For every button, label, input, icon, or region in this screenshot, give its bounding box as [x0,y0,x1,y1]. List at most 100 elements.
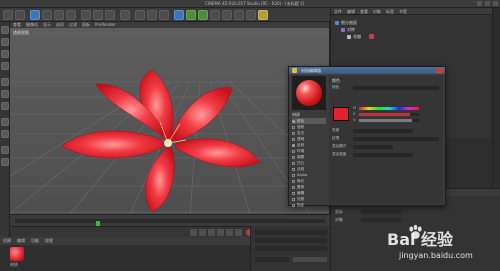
blend-mode-select[interactable] [353,145,393,149]
channel-checkbox[interactable] [292,197,295,201]
cube-icon[interactable] [174,10,184,20]
color-swatch[interactable] [333,107,349,121]
channel-checkbox[interactable] [292,203,295,207]
channel-checkbox[interactable] [292,173,295,177]
brightness-field[interactable] [353,129,413,133]
channel-checkbox[interactable] [292,167,295,171]
coord-z-field[interactable] [255,246,327,251]
value-slider[interactable] [359,119,419,122]
coordinate-system-icon[interactable] [120,10,130,20]
material-tag-icon[interactable] [369,34,374,39]
coord-mode-select[interactable] [255,257,289,262]
om-menu-file[interactable]: 文件 [334,8,342,14]
material-swatch[interactable] [10,247,24,261]
channel-checkbox[interactable] [292,155,295,159]
viewport-menu-panel[interactable]: 面板 [82,22,90,28]
viewport-menu-camera[interactable]: 摄像机 [26,22,38,28]
previous-frame-icon[interactable] [208,229,215,236]
light-icon[interactable] [258,10,268,20]
texture-field[interactable] [353,137,439,141]
channel-checkbox[interactable] [292,131,295,135]
perspective-viewport[interactable]: 查看 摄像机 显示 选项 过滤 面板 ProRender 透视视图 [10,22,330,214]
axis-y-icon[interactable] [93,10,103,20]
texture-mode-icon[interactable] [1,50,9,58]
blend-strength-field[interactable] [353,153,413,157]
material-editor-titlebar[interactable]: 材质编辑器 [289,67,445,74]
axis-mode-icon[interactable] [1,118,9,126]
viewport-menu-prorender[interactable]: ProRender [95,22,116,28]
om-menu-edit[interactable]: 编辑 [347,8,355,14]
go-to-start-icon[interactable] [190,229,197,236]
channel-checkbox[interactable] [292,149,295,153]
undo-icon[interactable] [3,10,13,20]
render-settings-icon[interactable] [159,10,169,20]
minimize-button[interactable] [477,1,482,6]
coord-y-field[interactable] [255,238,327,243]
go-to-end-icon[interactable] [235,229,242,236]
channel-checkbox[interactable] [292,161,295,165]
channel-checkbox[interactable] [292,185,295,189]
pen-icon[interactable] [186,10,196,20]
material-menu-texture[interactable]: 纹理 [45,237,53,245]
axis-z-icon[interactable] [105,10,115,20]
coord-x-field[interactable] [255,230,327,235]
channel-checkbox[interactable] [292,125,295,129]
render-picture-viewer-icon[interactable] [147,10,157,20]
channel-checkbox[interactable] [292,143,295,147]
om-menu-objects[interactable]: 对象 [373,8,381,14]
hue-slider[interactable] [359,107,419,110]
channel-checkbox[interactable] [292,137,295,141]
deformer-icon[interactable] [222,10,232,20]
saturation-slider[interactable] [359,113,419,116]
flower-model[interactable] [61,69,261,213]
apply-button[interactable] [293,257,327,262]
make-editable-icon[interactable] [1,26,9,34]
move-icon[interactable] [42,10,52,20]
next-frame-icon[interactable] [226,229,233,236]
points-mode-icon[interactable] [1,78,9,86]
object-row[interactable]: 对称 [341,27,355,33]
scale-icon[interactable] [54,10,64,20]
snap-icon[interactable] [1,146,9,154]
render-view-icon[interactable] [135,10,145,20]
material-menu-create[interactable]: 创建 [3,237,11,245]
om-menu-bookmarks[interactable]: 书签 [399,8,407,14]
om-menu-tags[interactable]: 标签 [386,8,394,14]
rotate-icon[interactable] [66,10,76,20]
workplane-icon[interactable] [1,62,9,70]
play-icon[interactable] [217,229,224,236]
material-preview[interactable] [292,76,326,110]
close-button[interactable] [493,1,498,6]
maximize-button[interactable] [485,1,490,6]
material-menu-edit[interactable]: 编辑 [17,237,25,245]
camera-icon[interactable] [246,10,256,20]
material-editor-close-button[interactable] [436,68,443,73]
model-mode-icon[interactable] [1,38,9,46]
array-icon[interactable] [210,10,220,20]
color-field[interactable] [353,86,439,90]
object-row[interactable]: 细分曲面 [335,20,357,26]
channel-checkbox[interactable] [292,191,295,195]
redo-icon[interactable] [15,10,25,20]
viewport-menu-filter[interactable]: 过滤 [69,22,77,28]
axis-x-icon[interactable] [81,10,91,20]
live-selection-icon[interactable] [30,10,40,20]
edges-mode-icon[interactable] [1,90,9,98]
object-row[interactable]: 花瓣 [347,34,361,40]
om-menu-view[interactable]: 查看 [360,8,368,14]
channel-item[interactable]: 指定 [292,202,326,208]
lock-workplane-icon[interactable] [1,158,9,166]
viewport-menu-options[interactable]: 选项 [56,22,64,28]
channel-checkbox[interactable] [292,179,295,183]
viewport-menu-display[interactable]: 显示 [43,22,51,28]
channel-checkbox[interactable] [292,119,295,123]
timeline-track[interactable] [15,219,325,229]
floor-icon[interactable] [234,10,244,20]
viewport-menu-view[interactable]: 查看 [13,22,21,28]
tweak-mode-icon[interactable] [1,130,9,138]
material-menu-function[interactable]: 功能 [31,237,39,245]
previous-key-icon[interactable] [199,229,206,236]
attribute-field[interactable] [361,210,401,214]
subdivision-icon[interactable] [198,10,208,20]
polygons-mode-icon[interactable] [1,102,9,110]
